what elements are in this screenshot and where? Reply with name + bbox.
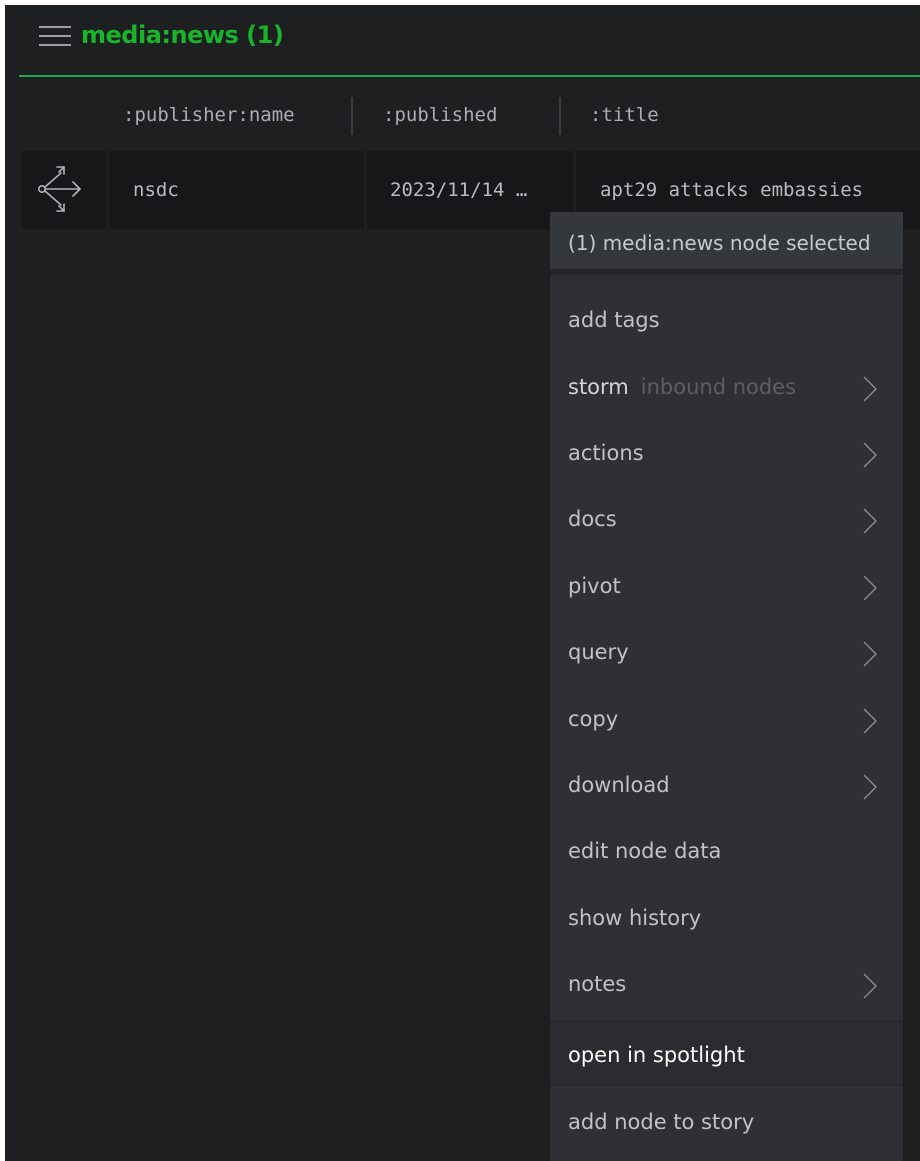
menu-item-label: storm <box>568 375 629 399</box>
menu-item-actions[interactable]: actions <box>550 420 903 486</box>
menu-item-open-in-spotlight[interactable]: open in spotlight <box>550 1020 903 1086</box>
menu-item-label: add tags <box>568 308 660 332</box>
chevron-right-icon <box>863 774 877 800</box>
chevron-right-icon <box>863 442 877 468</box>
news-node-icon <box>37 166 81 212</box>
menu-item-edit-node-data[interactable]: edit node data <box>550 818 903 884</box>
menu-item-docs[interactable]: docs <box>550 486 903 552</box>
published-cell: 2023/11/14 … <box>390 179 528 201</box>
menu-item-label: add node to story <box>568 1110 755 1134</box>
column-header-published[interactable]: :published <box>383 90 497 140</box>
menu-item-add-node-to-story[interactable]: add node to story <box>550 1089 903 1155</box>
publisher-name-cell: nsdc <box>133 179 179 201</box>
menu-item-storm[interactable]: storm inbound nodes <box>550 354 903 420</box>
panel-header: media:news (1) <box>19 5 920 77</box>
app-frame: media:news (1) :publisher:name :publishe… <box>5 5 920 1161</box>
menu-item-add-tags[interactable]: add tags <box>550 287 903 353</box>
menu-item-label: edit node data <box>568 839 722 863</box>
menu-item-pivot[interactable]: pivot <box>550 553 903 619</box>
hamburger-menu-icon[interactable] <box>39 24 71 48</box>
menu-item-label: query <box>568 640 629 664</box>
menu-item-label: pivot <box>568 574 621 598</box>
menu-item-label: download <box>568 773 670 797</box>
chevron-right-icon <box>863 708 877 734</box>
chevron-right-icon <box>863 376 877 402</box>
chevron-right-icon <box>863 973 877 999</box>
chevron-right-icon <box>863 508 877 534</box>
menu-item-label: docs <box>568 507 617 531</box>
menu-item-label: show history <box>568 906 702 930</box>
menu-item-download[interactable]: download <box>550 752 903 818</box>
menu-item-notes[interactable]: notes <box>550 951 903 1017</box>
menu-item-query[interactable]: query <box>550 619 903 685</box>
column-resize-handle[interactable] <box>351 97 353 135</box>
chevron-right-icon <box>863 641 877 667</box>
chevron-right-icon <box>863 575 877 601</box>
menu-item-label: open in spotlight <box>568 1043 745 1067</box>
menu-item-show-history[interactable]: show history <box>550 885 903 951</box>
menu-item-copy[interactable]: copy <box>550 686 903 752</box>
menu-item-label: actions <box>568 441 644 465</box>
menu-item-sublabel: inbound nodes <box>640 375 797 399</box>
column-resize-handle[interactable] <box>559 97 561 135</box>
menu-item-label: copy <box>568 707 619 731</box>
panel-title: media:news (1) <box>81 21 284 49</box>
selection-summary: (1) media:news node selected <box>550 212 903 275</box>
node-context-menu: (1) media:news node selected add tags sto… <box>550 212 903 1161</box>
menu-item-label: notes <box>568 972 627 996</box>
column-header-publisher-name[interactable]: :publisher:name <box>123 90 295 140</box>
column-header-title[interactable]: :title <box>590 90 659 140</box>
